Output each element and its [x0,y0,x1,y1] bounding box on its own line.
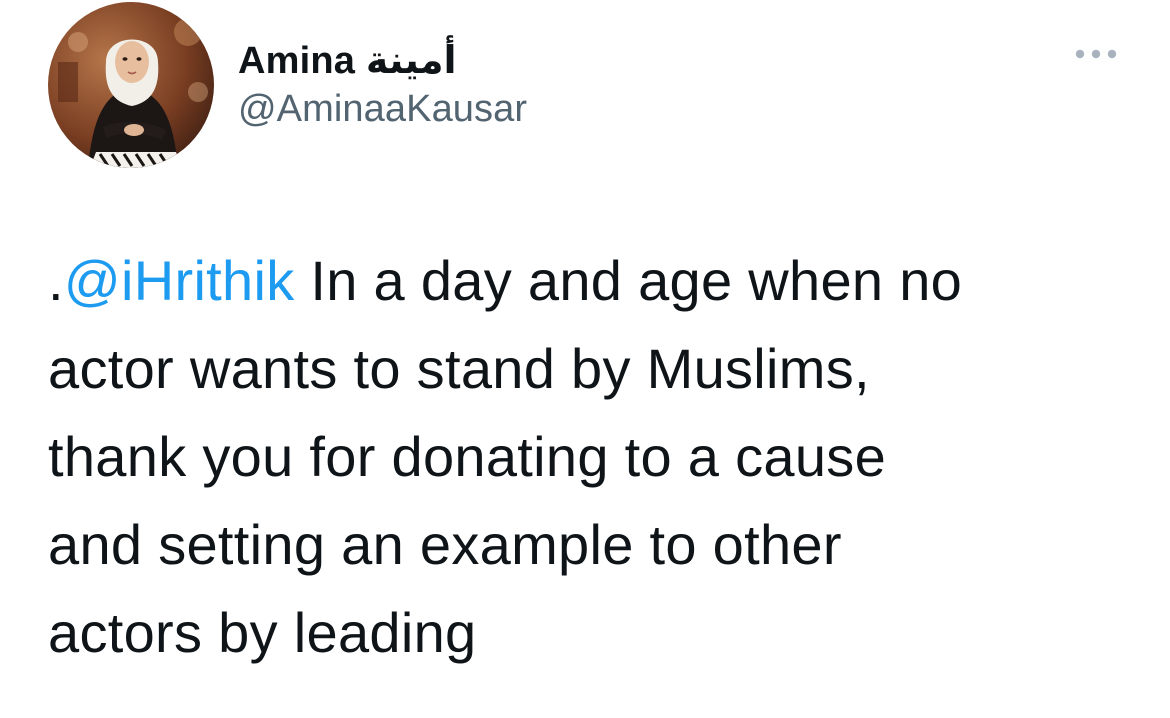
tweet-text-line-1: .@iHrithik In a day and age when no [48,237,1138,325]
avatar[interactable] [48,2,214,168]
tweet-text-line-2: actor wants to stand by Muslims, [48,337,870,400]
tweet-text-line-5: actors by leading [48,601,477,664]
tweet-text-line-4: and setting an example to other [48,513,842,576]
more-options-button[interactable] [1066,34,1126,74]
tweet-text-line-1-rest: In a day and age when no [294,249,963,312]
author-handle[interactable]: @AminaaKausar [238,88,527,131]
mention-link[interactable]: @iHrithik [64,249,295,312]
tweet-text-prefix: . [48,249,64,312]
author-name-row: Amina أمينة [238,30,457,90]
more-horizontal-icon [1075,49,1117,59]
tweet-text: .@iHrithik In a day and age when no acto… [48,237,1138,677]
display-name[interactable]: Amina أمينة [238,38,457,83]
tweet-text-line-3: thank you for donating to a cause [48,425,887,488]
profile-photo-icon [48,2,214,168]
